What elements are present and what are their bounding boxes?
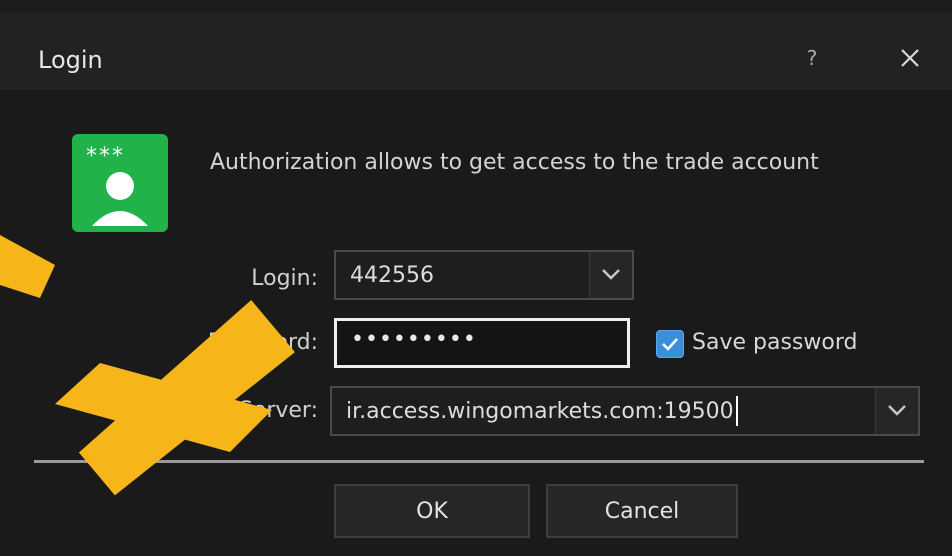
annotation-arrow [0,235,295,496]
